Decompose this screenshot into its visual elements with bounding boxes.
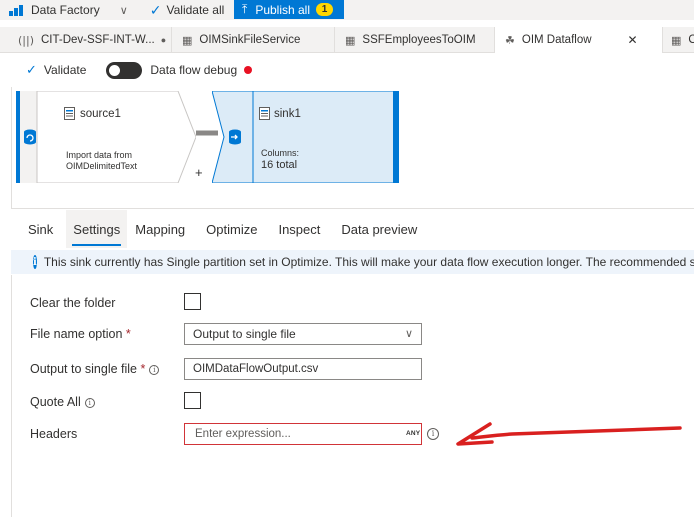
sink-name: sink1 [274,108,301,120]
info-icon[interactable]: i [149,365,160,375]
dataset-table-icon: ▦ [671,33,682,47]
file-name-option-label: File name option * [30,327,131,341]
publish-all-button[interactable]: ⤒ Publish all 1 [234,0,344,19]
dataflow-icon: ☘ [505,33,515,47]
top-toolbar: Data Factory ∨ ✓ Validate all [0,0,694,20]
source1-node[interactable]: source1 Import data from OIMDelimitedTex… [16,91,196,183]
sink-columns-label: Columns: [261,148,300,158]
unsaved-dot-icon: ● [160,35,167,45]
sink-columns-value: 16 total [261,159,298,171]
source-description-line2: OIMDelimitedText [66,161,138,171]
info-icon: i [33,255,37,269]
annotation-arrow-icon [456,422,682,446]
data-factory-menu[interactable]: Data Factory ∨ [0,0,128,20]
tab-oimsinkfileservice[interactable]: ▦ OIMSinkFileService [172,27,335,53]
tab-label: OIM Dataflow [521,34,592,46]
quote-all-label: Quote All i [30,395,95,409]
debug-status-dot [244,66,253,74]
source-description-line1: Import data from [66,150,133,160]
upload-icon: ⤒ [242,2,248,16]
chevron-down-icon[interactable]: ∨ [120,4,128,17]
validate-button[interactable]: Validate [44,63,86,77]
required-marker: * [140,362,146,376]
sink-settings-form: Clear the folder File name option * Outp… [11,275,694,517]
pipeline-icon: (||) [18,33,34,47]
validate-all-button[interactable]: ✓ Validate all [150,0,225,20]
tab-optimize[interactable]: Optimize [196,210,268,248]
headers-label: Headers [30,427,78,441]
info-icon[interactable]: i [84,398,95,408]
tab-label: CIT-Dev-SSF-INT-W... [41,34,155,46]
editor-tabs: (||) CIT-Dev-SSF-INT-W... ● ▦ OIMSinkFil… [0,27,694,53]
quote-all-checkbox[interactable] [184,392,201,409]
file-name-option-select[interactable]: Output to single file ∨ [184,323,422,345]
tab-settings[interactable]: Settings [66,210,128,248]
dataflow-toolbar: ✓ Validate Data flow debug [0,53,694,87]
tab-data-preview[interactable]: Data preview [331,210,427,248]
property-tabs: Sink Settings Mapping Optimize Inspect D… [11,210,694,248]
clear-folder-label: Clear the folder [30,296,116,310]
banner-text: This sink currently has Single partition… [43,255,694,269]
add-transformation-button[interactable]: + [195,165,203,180]
publish-count-badge: 1 [316,3,334,16]
database-sink-icon [229,129,241,145]
document-icon [259,107,270,120]
checkmark-icon: ✓ [26,62,37,77]
output-single-file-label: Output to single file * i [30,362,160,376]
checkmark-icon: ✓ [149,1,162,18]
info-banner: i This sink currently has Single partiti… [11,250,694,274]
validate-all-label: Validate all [166,3,225,17]
sink1-node[interactable]: sink1 Columns: 16 total [212,91,399,183]
tab-oim-dataflow[interactable]: ☘ OIM Dataflow ✕ [495,27,663,53]
app-name: Data Factory [31,3,100,17]
tab-overflow[interactable]: ▦ O [663,27,694,53]
publish-all-label: Publish all [255,2,311,17]
database-source-icon [24,129,36,145]
dataset-table-icon: ▦ [182,33,193,47]
tab-ssfemployeestooim[interactable]: ▦ SSFEmployeesToOIM [335,27,495,53]
source-name: source1 [80,108,121,120]
tab-inspect[interactable]: Inspect [268,210,331,248]
expression-type-tag: ANY [406,430,421,437]
output-single-file-input[interactable] [184,358,422,380]
clear-folder-checkbox[interactable] [184,293,201,310]
tab-pipeline[interactable]: (||) CIT-Dev-SSF-INT-W... ● [0,27,172,53]
tab-label: SSFEmployeesToOIM [362,34,476,46]
info-icon[interactable]: i [427,428,439,440]
debug-toggle[interactable] [106,61,143,79]
tab-label: OIMSinkFileService [199,34,301,46]
file-name-option-value: Output to single file [193,327,296,341]
debug-label: Data flow debug [150,63,238,77]
tab-sink[interactable]: Sink [11,210,66,248]
document-icon [64,107,75,120]
data-factory-icon [9,4,23,16]
headers-expression-input[interactable] [184,423,422,445]
tab-label: O [688,34,694,46]
dataflow-canvas[interactable]: source1 Import data from OIMDelimitedTex… [11,87,694,209]
dataset-table-icon: ▦ [345,33,356,47]
chevron-down-icon: ∨ [404,328,413,340]
tab-mapping[interactable]: Mapping [127,210,196,248]
close-icon[interactable]: ✕ [628,33,638,47]
required-marker: * [125,327,131,341]
